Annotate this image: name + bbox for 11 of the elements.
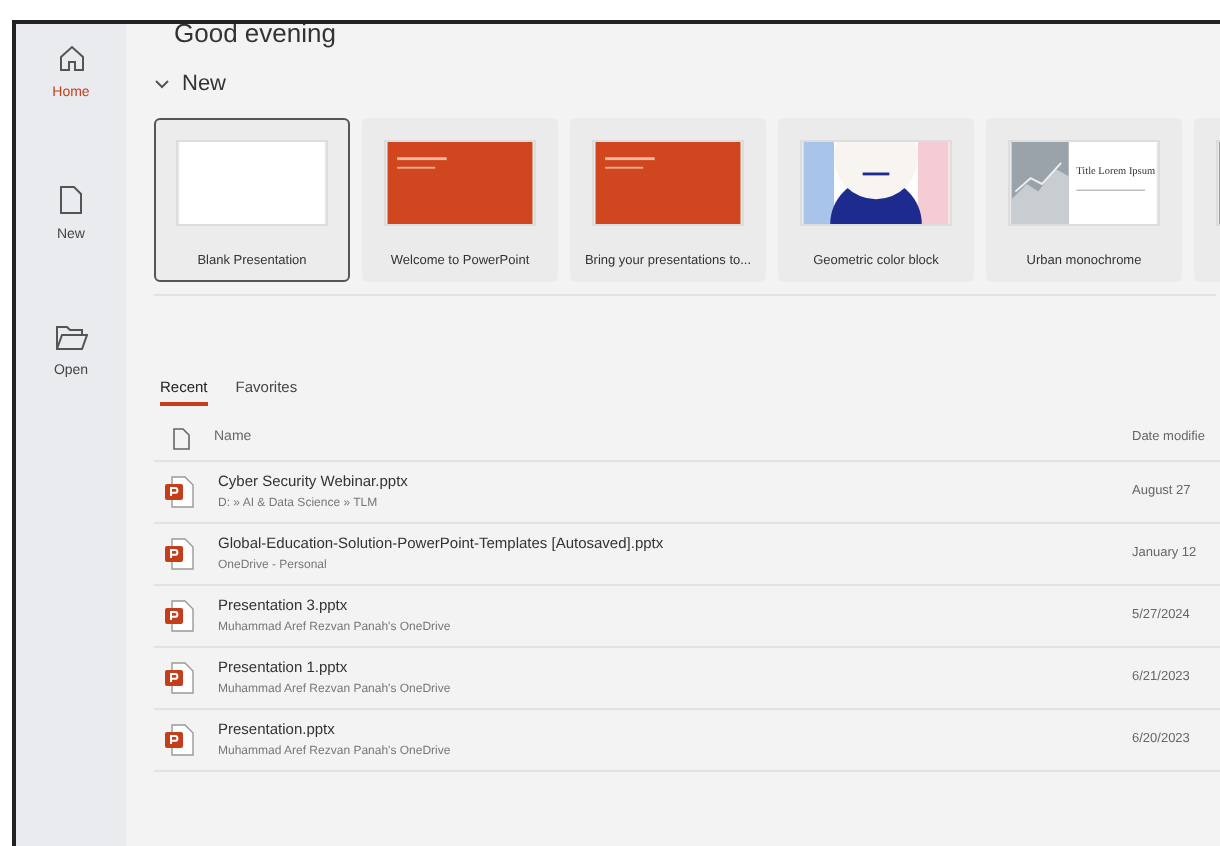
home-icon (57, 44, 85, 72)
chevron-icon[interactable] (154, 78, 170, 91)
presentation-file-icon (164, 599, 194, 632)
document-icon (59, 185, 82, 213)
presentation-file-icon (164, 723, 194, 756)
presentation-file-icon (164, 537, 194, 570)
file-icon (172, 427, 190, 450)
presentation-file-icon (164, 661, 194, 694)
folder-icon (55, 326, 87, 350)
presentation-file-icon (164, 475, 194, 508)
section-title: New (182, 70, 227, 100)
